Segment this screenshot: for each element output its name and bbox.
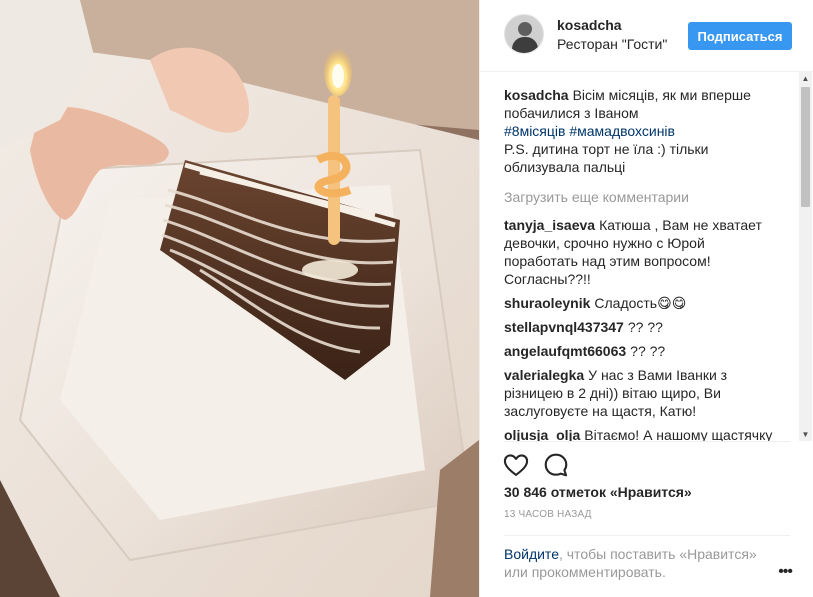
follow-button[interactable]: Подписаться bbox=[688, 22, 792, 50]
post-username[interactable]: kosadcha bbox=[557, 17, 622, 33]
list-item: stellapvnql437347?? ?? bbox=[504, 318, 774, 336]
caption: kosadcha Вісім місяців, як ми вперше поба… bbox=[504, 86, 774, 176]
comment-text: ?? ?? bbox=[630, 343, 666, 359]
comments-list[interactable]: kosadcha Вісім місяців, як ми вперше поба… bbox=[480, 72, 813, 441]
divider bbox=[504, 441, 790, 442]
avatar[interactable] bbox=[504, 14, 544, 54]
list-item: shuraoleynik Сладость😋😋 bbox=[504, 294, 774, 312]
login-link[interactable]: Войдите bbox=[504, 546, 559, 562]
post-timestamp[interactable]: 13 ЧАСОВ НАЗАД bbox=[504, 509, 592, 520]
comment-bubble-icon[interactable] bbox=[542, 451, 570, 479]
scroll-up-arrow-icon[interactable]: ▲ bbox=[799, 72, 812, 85]
comment-username[interactable]: oljusja_olja bbox=[504, 427, 580, 441]
likes-count[interactable]: 30 846 отметок «Нравится» bbox=[504, 484, 692, 500]
comment-username[interactable]: valerialegka bbox=[504, 367, 584, 383]
list-item: valerialegka У нас з Вами Іванки з різниц… bbox=[504, 366, 774, 420]
caption-hashtags[interactable]: #8місяців #мамадвохсинів bbox=[504, 123, 675, 139]
comment-text: ?? ?? bbox=[627, 319, 663, 335]
scroll-down-arrow-icon[interactable]: ▼ bbox=[799, 428, 812, 441]
comment-text: Вітаємо! А нашому щастячку bbox=[584, 427, 773, 441]
list-item: angelaufqmt66063?? ?? bbox=[504, 342, 774, 360]
comments-scrollbar[interactable]: ▲ ▼ bbox=[799, 72, 812, 441]
scrollbar-thumb[interactable] bbox=[801, 87, 810, 207]
list-item: tanyja_isaeva Катюша , Вам не хватает дев… bbox=[504, 216, 774, 288]
post-photo bbox=[0, 0, 479, 597]
divider bbox=[504, 535, 790, 536]
comment-username[interactable]: stellapvnql437347 bbox=[504, 319, 624, 335]
comment-text: Сладость😋😋 bbox=[594, 295, 687, 311]
post-actions: 30 846 отметок «Нравится» 13 ЧАСОВ НАЗАД… bbox=[480, 441, 813, 580]
more-options-icon[interactable]: ••• bbox=[778, 563, 793, 581]
load-more-comments[interactable]: Загрузить еще комментарии bbox=[504, 188, 774, 206]
caption-username[interactable]: kosadcha bbox=[504, 87, 569, 103]
post-location[interactable]: Ресторан "Гости" bbox=[557, 36, 667, 52]
comment-username[interactable]: angelaufqmt66063 bbox=[504, 343, 626, 359]
login-prompt: Войдите, чтобы поставить «Нравится» или … bbox=[504, 545, 764, 581]
cake-photo-illustration bbox=[0, 0, 479, 597]
caption-ps: P.S. дитина торт не їла :) тільки облизу… bbox=[504, 141, 709, 175]
comment-username[interactable]: shuraoleynik bbox=[504, 295, 590, 311]
comment-username[interactable]: tanyja_isaeva bbox=[504, 217, 595, 233]
post-header: kosadcha Ресторан "Гости" Подписаться bbox=[480, 0, 813, 72]
list-item: oljusja_olja Вітаємо! А нашому щастячку bbox=[504, 426, 774, 441]
post-sidebar: kosadcha Ресторан "Гости" Подписаться ko… bbox=[479, 0, 813, 597]
heart-icon[interactable] bbox=[502, 451, 530, 479]
